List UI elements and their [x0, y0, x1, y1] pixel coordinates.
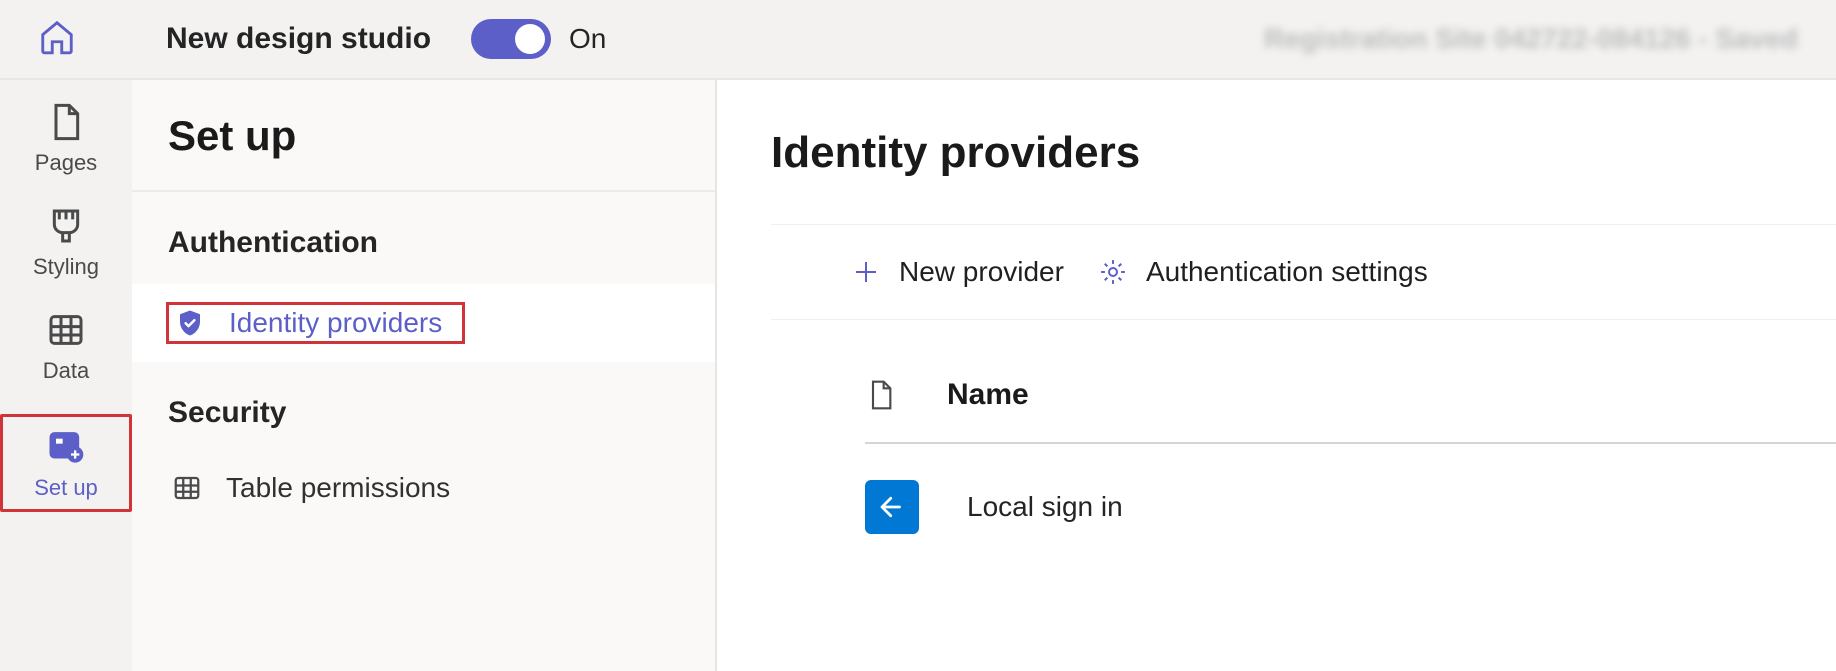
table-header: Name	[865, 376, 1836, 444]
header-title: New design studio	[166, 22, 431, 56]
section-authentication-title: Authentication	[132, 192, 715, 284]
gear-icon	[1098, 257, 1128, 287]
page-title: Identity providers	[771, 128, 1836, 178]
main-content: Identity providers New provider Authenti…	[717, 80, 1836, 671]
nav-rail: Pages Styling Data Set up	[0, 80, 132, 671]
row-label: Local sign in	[967, 491, 1123, 523]
authentication-settings-button[interactable]: Authentication settings	[1098, 256, 1428, 288]
side-panel-title: Set up	[132, 112, 715, 192]
table-icon	[172, 473, 202, 503]
tool-label: Authentication settings	[1146, 256, 1428, 288]
home-icon[interactable]	[38, 18, 76, 61]
rail-label: Set up	[34, 475, 98, 501]
table-row[interactable]: Local sign in	[865, 444, 1836, 534]
app-header: New design studio On Registration Site 0…	[0, 0, 1836, 80]
section-security-title: Security	[132, 362, 715, 454]
file-icon	[865, 376, 897, 414]
rail-item-setup[interactable]: Set up	[0, 414, 132, 512]
local-signin-icon	[865, 480, 919, 534]
side-item-identity-providers[interactable]: Identity providers	[132, 284, 715, 362]
design-studio-toggle-wrap: On	[471, 19, 606, 59]
rail-item-styling[interactable]: Styling	[0, 206, 132, 280]
side-item-label: Table permissions	[226, 472, 450, 504]
rail-item-data[interactable]: Data	[0, 310, 132, 384]
providers-table: Name Local sign in	[771, 376, 1836, 534]
design-studio-toggle[interactable]	[471, 19, 551, 59]
tool-label: New provider	[899, 256, 1064, 288]
side-item-table-permissions[interactable]: Table permissions	[132, 454, 715, 522]
rail-item-pages[interactable]: Pages	[0, 102, 132, 176]
site-save-status: Registration Site 042722-084126 - Saved	[1264, 23, 1798, 55]
plus-icon	[851, 257, 881, 287]
shield-check-icon	[175, 308, 205, 338]
rail-label: Data	[43, 358, 89, 384]
rail-label: Pages	[35, 150, 97, 176]
column-header-name[interactable]: Name	[947, 378, 1029, 412]
toggle-state-label: On	[569, 23, 606, 55]
new-provider-button[interactable]: New provider	[851, 256, 1064, 288]
rail-label: Styling	[33, 254, 99, 280]
side-item-label: Identity providers	[229, 307, 442, 339]
setup-side-panel: Set up Authentication Identity providers…	[132, 80, 717, 671]
command-bar: New provider Authentication settings	[771, 224, 1836, 320]
